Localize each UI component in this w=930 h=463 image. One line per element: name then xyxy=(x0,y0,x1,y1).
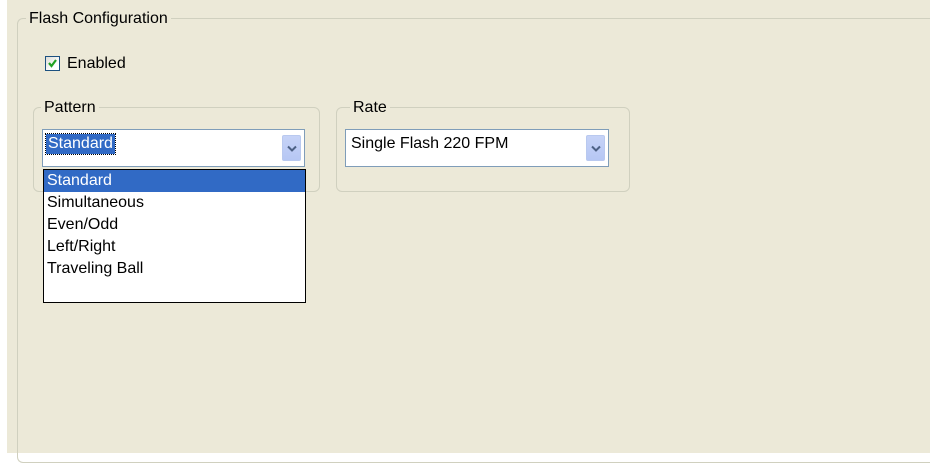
flash-config-title: Flash Configuration xyxy=(26,10,171,28)
pattern-option-standard[interactable]: Standard xyxy=(44,170,305,192)
pattern-option-left-right[interactable]: Left/Right xyxy=(44,236,305,258)
rate-combo[interactable]: Single Flash 220 FPM xyxy=(345,129,609,167)
enabled-label[interactable]: Enabled xyxy=(67,55,126,73)
rate-dropdown-button[interactable] xyxy=(586,135,605,161)
pattern-dropdown-list: Standard Simultaneous Even/Odd Left/Righ… xyxy=(43,169,306,303)
pattern-selected-value: Standard xyxy=(45,133,116,155)
rate-title: Rate xyxy=(350,99,390,117)
pattern-dropdown-button[interactable] xyxy=(282,135,301,161)
rate-selected-value: Single Flash 220 FPM xyxy=(351,135,509,152)
chevron-down-icon xyxy=(591,145,601,152)
pattern-option-traveling-ball[interactable]: Traveling Ball xyxy=(44,258,305,280)
checkmark-icon xyxy=(48,59,57,68)
pattern-option-simultaneous[interactable]: Simultaneous xyxy=(44,192,305,214)
pattern-combo[interactable]: Standard xyxy=(42,129,305,167)
chevron-down-icon xyxy=(287,145,297,152)
pattern-option-even-odd[interactable]: Even/Odd xyxy=(44,214,305,236)
enabled-checkbox[interactable] xyxy=(45,56,60,71)
pattern-title: Pattern xyxy=(41,99,99,117)
